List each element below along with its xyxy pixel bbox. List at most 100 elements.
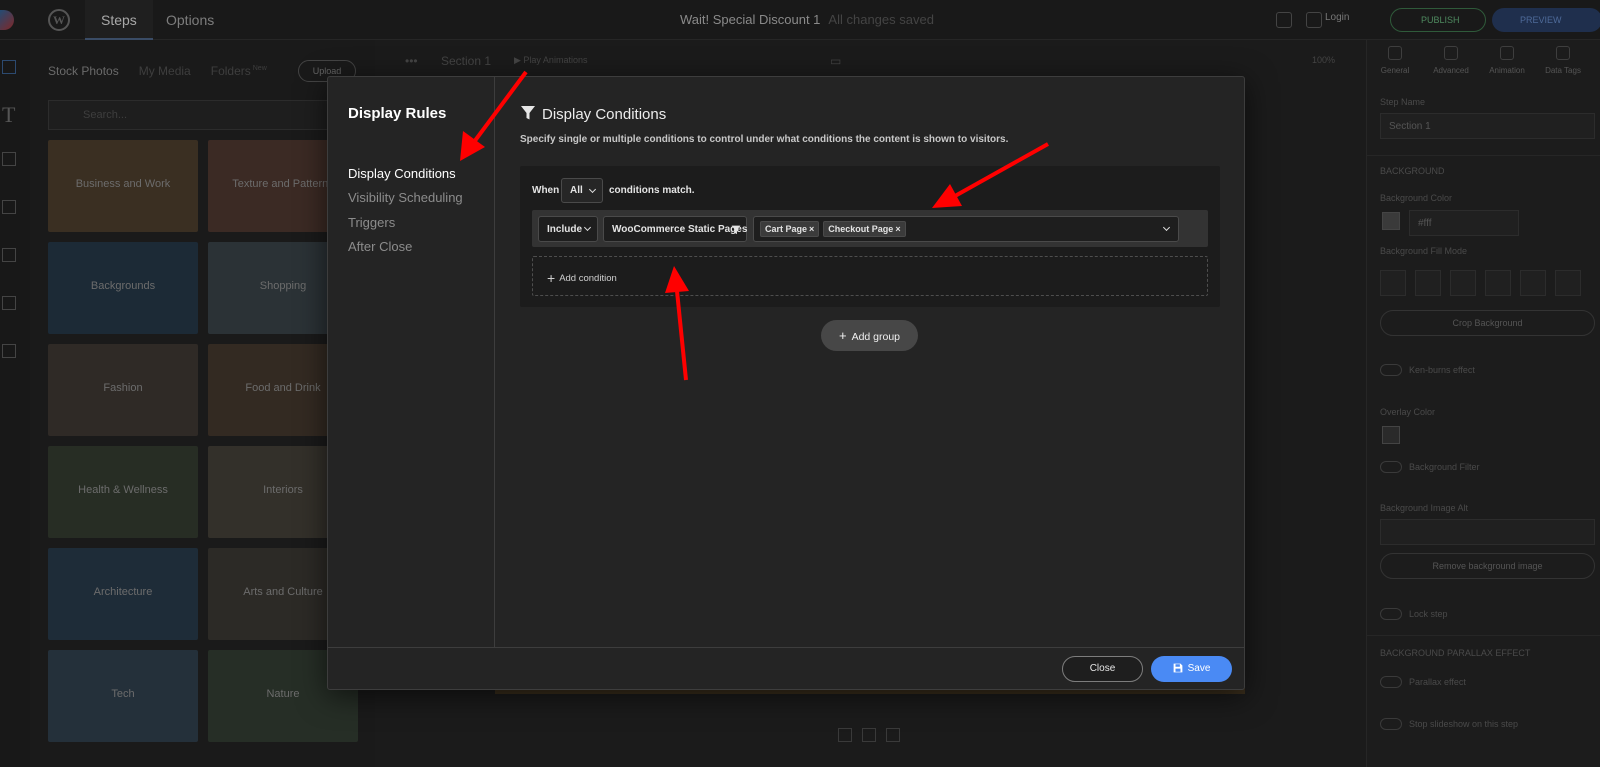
zoom-level[interactable]: 100% (1312, 55, 1335, 65)
divider (1367, 155, 1600, 156)
fill-mode-option[interactable] (1485, 270, 1511, 296)
step-name-label: Step Name (1380, 97, 1426, 107)
photo-category-tile[interactable]: Backgrounds (48, 242, 198, 334)
move-tool-icon[interactable] (2, 296, 16, 310)
wordpress-icon[interactable]: W (48, 9, 70, 31)
preview-button[interactable]: PREVIEW (1492, 8, 1600, 32)
condition-row: Include WooCommerce Static Pages Cart Pa… (532, 210, 1208, 247)
tab-animation[interactable]: Animation (1479, 46, 1535, 75)
tab-general[interactable]: General (1367, 46, 1423, 75)
save-status: All changes saved (828, 12, 934, 27)
bg-filter-toggle[interactable] (1380, 461, 1402, 473)
add-condition-label: Add condition (559, 273, 617, 284)
photo-category-tile[interactable]: Business and Work (48, 140, 198, 232)
divider (1367, 635, 1600, 636)
remove-tag-icon[interactable]: × (895, 224, 900, 234)
login-button[interactable]: Login (1325, 12, 1349, 23)
background-heading: BACKGROUND (1380, 166, 1445, 176)
nav-visibility-scheduling[interactable]: Visibility Scheduling (348, 190, 463, 205)
tab-steps[interactable]: Steps (85, 0, 153, 40)
media-search-input[interactable]: Search... (48, 100, 358, 130)
add-group-button[interactable]: + Add group (821, 320, 918, 351)
match-type-select[interactable]: All (561, 178, 603, 203)
app-logo[interactable] (0, 10, 14, 30)
close-button[interactable]: Close (1062, 656, 1143, 682)
remove-tag-icon[interactable]: × (809, 224, 814, 234)
image-alt-input[interactable] (1380, 519, 1595, 545)
campaign-title[interactable]: Wait! Special Discount 1 All changes save… (680, 12, 934, 27)
add-tool-icon[interactable] (2, 344, 16, 358)
more-icon[interactable]: ••• (405, 54, 418, 68)
add-section-icon[interactable] (862, 728, 876, 742)
canvas-toolbar: ••• Section 1 ▶ Play Animations ▭ 100% (375, 40, 1365, 80)
play-animations-button[interactable]: ▶ Play Animations (514, 55, 587, 66)
image-tool-icon[interactable] (2, 60, 16, 74)
bg-filter-label: Background Filter (1409, 462, 1480, 472)
nav-triggers[interactable]: Triggers (348, 215, 395, 230)
publish-button[interactable]: PUBLISH (1390, 8, 1486, 32)
text-tool-icon[interactable]: T (2, 102, 15, 128)
tab-folders[interactable]: Folders (211, 64, 251, 78)
ken-burns-label: Ken-burns effect (1409, 365, 1475, 375)
media-tabs: Stock Photos My Media Folders New (48, 64, 267, 78)
chevron-down-icon[interactable] (1162, 223, 1171, 232)
modal-title: Display Rules (348, 105, 447, 122)
condition-type-select[interactable]: WooCommerce Static Pages (603, 216, 747, 242)
lock-step-toggle[interactable] (1380, 608, 1402, 620)
login-icon[interactable] (1306, 12, 1322, 28)
fill-mode-label: Background Fill Mode (1380, 246, 1468, 256)
nav-display-conditions[interactable]: Display Conditions (348, 166, 456, 181)
tab-stock-photos[interactable]: Stock Photos (48, 64, 119, 78)
include-select[interactable]: Include (538, 216, 598, 242)
tab-advanced[interactable]: Advanced (1423, 46, 1479, 75)
layers-icon[interactable] (886, 728, 900, 742)
photo-category-tile[interactable]: Tech (48, 650, 198, 742)
tab-data-tags[interactable]: Data Tags (1535, 46, 1591, 75)
bg-color-label: Background Color (1380, 193, 1453, 203)
save-button[interactable]: Save (1151, 656, 1232, 682)
fill-mode-option[interactable] (1520, 270, 1546, 296)
lock-step-label: Lock step (1409, 609, 1448, 619)
pages-multiselect[interactable]: Cart Page × Checkout Page × (753, 216, 1179, 242)
team-icon[interactable] (1276, 12, 1292, 28)
ken-burns-toggle[interactable] (1380, 364, 1402, 376)
slideshow-toggle[interactable] (1380, 718, 1402, 730)
desktop-view-icon[interactable]: ▭ (830, 54, 841, 68)
photo-category-tile[interactable]: Fashion (48, 344, 198, 436)
save-icon (1173, 663, 1182, 673)
tab-options[interactable]: Options (150, 0, 230, 40)
page-icon[interactable] (838, 728, 852, 742)
bg-color-swatch[interactable] (1382, 212, 1400, 230)
new-badge: New (252, 65, 267, 72)
tag-cart-page: Cart Page × (760, 221, 820, 237)
parallax-label: Parallax effect (1409, 677, 1466, 687)
filter-icon (521, 106, 535, 120)
parallax-toggle[interactable] (1380, 676, 1402, 688)
fill-mode-option[interactable] (1415, 270, 1441, 296)
overlay-color-label: Overlay Color (1380, 407, 1436, 417)
photo-category-tile[interactable]: Architecture (48, 548, 198, 640)
save-label: Save (1187, 663, 1211, 674)
include-value: Include (547, 224, 583, 235)
video-tool-icon[interactable] (2, 152, 16, 166)
overlay-color-swatch[interactable] (1382, 426, 1400, 444)
bg-color-input[interactable]: #fff (1409, 210, 1519, 236)
photo-category-tile[interactable]: Health & Wellness (48, 446, 198, 538)
step-name-input[interactable]: Section 1 (1380, 113, 1595, 139)
tab-my-media[interactable]: My Media (139, 64, 191, 78)
add-condition-button[interactable]: + Add condition (532, 256, 1208, 296)
fill-mode-option[interactable] (1555, 270, 1581, 296)
plus-icon: + (547, 270, 556, 286)
remove-bg-button[interactable]: Remove background image (1380, 553, 1595, 579)
when-label: When (532, 185, 560, 196)
crop-background-button[interactable]: Crop Background (1380, 310, 1595, 336)
filter-icon (731, 225, 741, 235)
parallax-heading: BACKGROUND PARALLAX EFFECT (1380, 648, 1531, 658)
cursor-tool-icon[interactable] (2, 248, 16, 262)
fill-mode-option[interactable] (1450, 270, 1476, 296)
shapes-tool-icon[interactable] (2, 200, 16, 214)
modal-footer: Close Save (328, 647, 1244, 689)
fill-mode-option[interactable] (1380, 270, 1406, 296)
nav-after-close[interactable]: After Close (348, 239, 412, 254)
add-group-label: Add group (851, 331, 901, 343)
